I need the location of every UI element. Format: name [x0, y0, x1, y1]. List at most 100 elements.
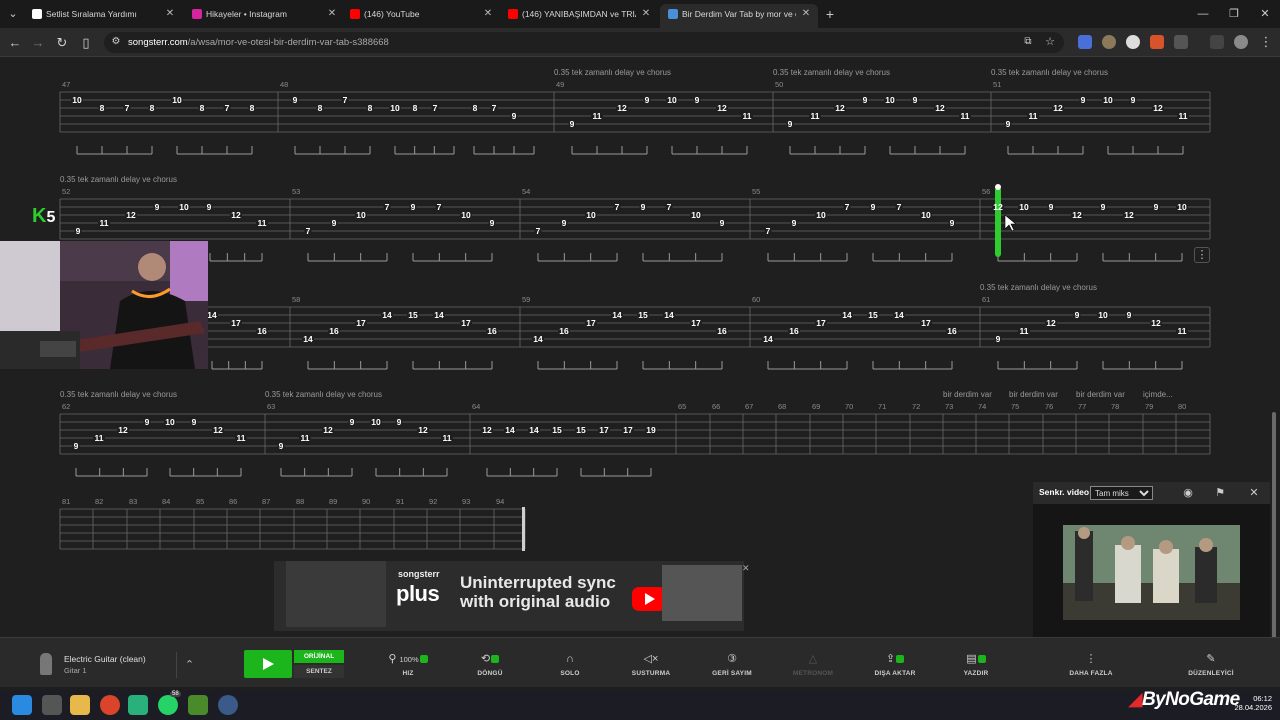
fret-number[interactable]: 15 — [868, 310, 878, 320]
fret-number[interactable]: 7 — [225, 103, 230, 113]
sidebar-icon[interactable]: ▯ — [76, 33, 96, 53]
fret-number[interactable]: 14 — [533, 334, 543, 344]
fret-number[interactable]: 16 — [257, 326, 267, 336]
fret-number[interactable]: 7 — [433, 103, 438, 113]
page-scrollbar[interactable] — [1270, 57, 1278, 687]
fret-number[interactable]: 9 — [192, 417, 197, 427]
fret-number[interactable]: 10 — [1098, 310, 1108, 320]
fret-number[interactable]: 7 — [667, 202, 672, 212]
fret-number[interactable]: 9 — [1131, 95, 1136, 105]
fret-number[interactable]: 9 — [645, 95, 650, 105]
fret-number[interactable]: 17 — [356, 318, 366, 328]
fret-number[interactable]: 17 — [231, 318, 241, 328]
print-button[interactable]: ▤ YAZDIR — [946, 652, 1006, 677]
site-info-icon[interactable]: ⚙ — [106, 32, 126, 52]
fret-number[interactable]: 12 — [418, 425, 428, 435]
instrument-name[interactable]: Electric Guitar (clean) — [64, 654, 146, 664]
fret-number[interactable]: 9 — [788, 119, 793, 129]
fret-number[interactable]: 15 — [408, 310, 418, 320]
extension-icon[interactable] — [1126, 35, 1140, 49]
fret-number[interactable]: 9 — [76, 226, 81, 236]
reading-list-icon[interactable] — [1210, 35, 1224, 49]
fret-number[interactable]: 8 — [150, 103, 155, 113]
instrument-sub[interactable]: Gitar 1 — [64, 666, 87, 675]
fret-number[interactable]: 9 — [570, 119, 575, 129]
fret-number[interactable]: 9 — [155, 202, 160, 212]
fret-number[interactable]: 11 — [593, 111, 602, 121]
fret-number[interactable]: 12 — [835, 103, 845, 113]
address-bar[interactable]: ⚙ songsterr.com/a/wsa/mor-ve-otesi-bir-d… — [104, 32, 1064, 53]
close-tab-icon[interactable]: ✕ — [326, 4, 338, 24]
close-window-button[interactable]: ✕ — [1250, 3, 1280, 25]
whatsapp-icon[interactable]: 58 — [158, 691, 181, 715]
fret-number[interactable]: 11 — [1178, 326, 1187, 336]
fret-number[interactable]: 7 — [385, 202, 390, 212]
fret-number[interactable]: 11 — [1179, 111, 1188, 121]
fret-number[interactable]: 7 — [615, 202, 620, 212]
fret-number[interactable]: 14 — [434, 310, 444, 320]
app-icon[interactable] — [188, 695, 208, 715]
fret-number[interactable]: 10 — [72, 95, 82, 105]
fret-number[interactable]: 7 — [766, 226, 771, 236]
fret-number[interactable]: 11 — [961, 111, 970, 121]
fret-number[interactable]: 11 — [1020, 326, 1029, 336]
flag-icon[interactable]: ⚑ — [1213, 486, 1227, 500]
fret-number[interactable]: 12 — [213, 425, 223, 435]
tab-search-icon[interactable]: ⌄ — [4, 5, 22, 23]
fret-number[interactable]: 9 — [145, 417, 150, 427]
fret-number[interactable]: 12 — [482, 425, 492, 435]
fret-number[interactable]: 14 — [303, 334, 313, 344]
app-icon[interactable] — [128, 695, 148, 715]
close-tab-icon[interactable]: ✕ — [800, 4, 812, 24]
new-tab-button[interactable]: + — [822, 4, 838, 24]
fret-number[interactable]: 14 — [382, 310, 392, 320]
playback-cursor[interactable] — [995, 187, 1001, 257]
fret-number[interactable]: 16 — [717, 326, 727, 336]
fret-number[interactable]: 9 — [411, 202, 416, 212]
restore-window-button[interactable]: ❐ — [1219, 3, 1249, 25]
close-ad-icon[interactable]: ✕ — [742, 563, 750, 574]
fret-number[interactable]: 9 — [293, 95, 298, 105]
scrollbar-thumb[interactable] — [1272, 412, 1276, 642]
back-arrow-icon[interactable]: ← — [5, 33, 25, 53]
extension-icon[interactable] — [1150, 35, 1164, 49]
original-mode-button[interactable]: ORİJİNAL — [294, 650, 344, 663]
fret-number[interactable]: 12 — [1053, 103, 1063, 113]
solo-button[interactable]: ∩ SOLO — [540, 652, 600, 677]
fret-number[interactable]: 7 — [492, 103, 497, 113]
close-icon[interactable]: ✕ — [1247, 486, 1261, 500]
fret-number[interactable]: 9 — [350, 417, 355, 427]
fret-number[interactable]: 12 — [118, 425, 128, 435]
fret-number[interactable]: 8 — [250, 103, 255, 113]
fret-number[interactable]: 9 — [1127, 310, 1132, 320]
more-options-icon[interactable]: ⋮ — [1194, 247, 1210, 263]
install-app-icon[interactable]: ⧉ — [1018, 32, 1038, 52]
fret-number[interactable]: 10 — [885, 95, 895, 105]
fret-number[interactable]: 7 — [437, 202, 442, 212]
fret-number[interactable]: 8 — [473, 103, 478, 113]
fret-number[interactable]: 9 — [863, 95, 868, 105]
cursor-handle-icon[interactable] — [995, 184, 1001, 190]
fret-number[interactable]: 10 — [165, 417, 175, 427]
fret-number[interactable]: 17 — [586, 318, 596, 328]
fret-number[interactable]: 15 — [638, 310, 648, 320]
bookmark-star-icon[interactable]: ☆ — [1040, 32, 1060, 52]
fret-number[interactable]: 16 — [487, 326, 497, 336]
browser-tab-youtube-video[interactable]: (146) YANIBAŞIMDAN ve TRIAD ✕ — [500, 4, 658, 28]
file-explorer-icon[interactable] — [70, 695, 90, 715]
fret-number[interactable]: 9 — [641, 202, 646, 212]
extension-icon[interactable] — [1102, 35, 1116, 49]
fret-number[interactable]: 11 — [1029, 111, 1038, 121]
fret-number[interactable]: 7 — [845, 202, 850, 212]
fret-number[interactable]: 9 — [1006, 119, 1011, 129]
fret-number[interactable]: 10 — [1103, 95, 1113, 105]
more-button[interactable]: ⋮ DAHA FAZLA — [1061, 652, 1121, 677]
play-button[interactable] — [244, 650, 292, 678]
fret-number[interactable]: 9 — [1075, 310, 1080, 320]
fret-number[interactable]: 11 — [443, 433, 452, 443]
fret-number[interactable]: 14 — [842, 310, 852, 320]
fret-number[interactable]: 8 — [413, 103, 418, 113]
fret-number[interactable]: 15 — [552, 425, 562, 435]
metronome-button[interactable]: △ METRONOM — [783, 652, 843, 677]
fret-number[interactable]: 9 — [490, 218, 495, 228]
